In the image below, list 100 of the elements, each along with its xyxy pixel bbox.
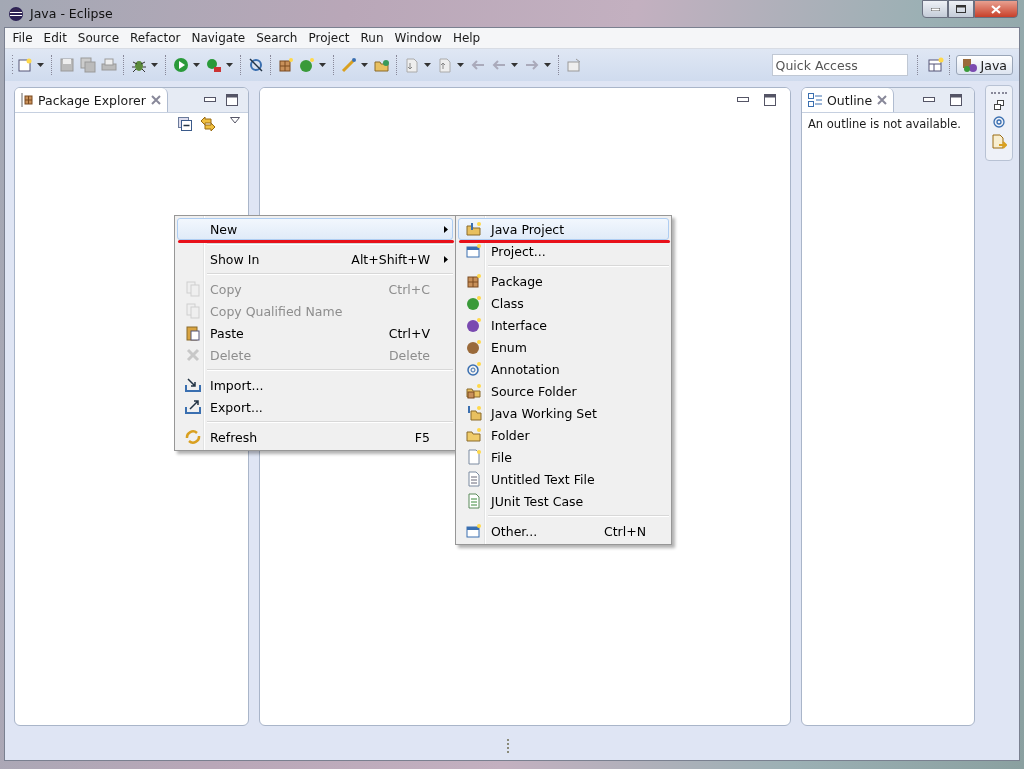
refresh-icon bbox=[185, 429, 201, 445]
package-explorer-icon bbox=[21, 93, 33, 107]
project-icon bbox=[466, 243, 482, 259]
menu-item[interactable]: Window bbox=[389, 31, 448, 45]
outline-icon bbox=[808, 93, 822, 107]
copy-icon bbox=[185, 281, 201, 297]
minimize-icon[interactable] bbox=[923, 97, 935, 103]
package-icon bbox=[466, 273, 482, 289]
window-title: Java - Eclipse bbox=[30, 6, 114, 21]
copy-icon bbox=[185, 303, 201, 319]
class-icon[interactable] bbox=[299, 57, 315, 73]
menu-item[interactable]: Project bbox=[302, 31, 356, 45]
open-folder-icon[interactable] bbox=[374, 57, 390, 73]
open-perspective-icon[interactable] bbox=[927, 57, 944, 73]
view-tab[interactable]: Outline bbox=[802, 88, 895, 112]
menu-item[interactable]: Project... bbox=[458, 240, 669, 262]
menu-item[interactable]: Package bbox=[458, 270, 669, 292]
dropdown-caret-icon bbox=[424, 63, 431, 67]
menu-item[interactable]: Search bbox=[250, 31, 303, 45]
app-logo-icon bbox=[8, 5, 24, 22]
folder-icon bbox=[466, 427, 482, 443]
close-icon[interactable] bbox=[150, 95, 161, 105]
view-tab[interactable]: Package Explorer bbox=[15, 88, 168, 112]
menu-item[interactable]: Export... bbox=[177, 396, 453, 418]
collapse-all-icon[interactable] bbox=[178, 117, 192, 131]
dropdown-caret-icon bbox=[544, 63, 551, 67]
submenu-arrow-icon bbox=[444, 225, 448, 233]
menu-item[interactable]: Import... bbox=[177, 374, 453, 396]
menu-item[interactable]: Navigate bbox=[185, 31, 251, 45]
close-icon[interactable] bbox=[877, 95, 888, 105]
source-folder-icon bbox=[466, 383, 482, 399]
menu-item[interactable]: Help bbox=[447, 31, 486, 45]
perspective-button[interactable]: Java bbox=[955, 55, 1013, 75]
save-icon[interactable] bbox=[59, 57, 75, 73]
menu-item[interactable]: Other... Ctrl+N bbox=[458, 520, 669, 542]
link-arrows-icon[interactable] bbox=[200, 116, 216, 132]
dropdown-caret-icon bbox=[319, 63, 326, 67]
run-icon[interactable] bbox=[173, 57, 189, 73]
test-file-icon bbox=[466, 493, 482, 509]
import-icon bbox=[185, 377, 201, 393]
menu-item[interactable]: Paste Ctrl+V bbox=[177, 322, 453, 344]
menu-item[interactable]: Show In Alt+Shift+W bbox=[177, 248, 453, 270]
menu-item[interactable]: Java Working Set bbox=[458, 402, 669, 424]
package-icon[interactable] bbox=[278, 57, 294, 73]
class-icon bbox=[466, 295, 482, 311]
menu-item[interactable]: New bbox=[177, 218, 453, 240]
maximize-icon[interactable] bbox=[950, 94, 962, 106]
submenu-arrow-icon bbox=[444, 255, 448, 263]
menu-item[interactable]: Run bbox=[355, 31, 390, 45]
dropdown-caret-icon bbox=[193, 63, 200, 67]
external-tools-icon[interactable] bbox=[206, 57, 222, 73]
menu-item[interactable]: Source bbox=[72, 31, 125, 45]
menu-item[interactable]: Enum bbox=[458, 336, 669, 358]
restore-icon[interactable] bbox=[994, 100, 1004, 110]
menu-item[interactable]: Refactor bbox=[124, 31, 186, 45]
close-icon bbox=[991, 4, 1001, 14]
menu-item[interactable]: File bbox=[7, 31, 39, 45]
dropdown-caret-icon bbox=[361, 63, 368, 67]
toggle-mark-icon[interactable] bbox=[248, 57, 264, 73]
dropdown-caret-icon bbox=[457, 63, 464, 67]
enum-icon bbox=[466, 339, 482, 355]
document-arrow-icon[interactable] bbox=[991, 134, 1007, 150]
menu-item[interactable]: Refresh F5 bbox=[177, 426, 453, 448]
toolbar-grip-icon bbox=[11, 55, 14, 75]
working-set-icon bbox=[466, 405, 482, 421]
maximize-icon bbox=[956, 5, 966, 13]
new-file-icon[interactable] bbox=[17, 57, 33, 73]
maximize-icon[interactable] bbox=[226, 94, 238, 106]
maximize-icon[interactable] bbox=[764, 94, 776, 106]
minimize-icon bbox=[930, 7, 940, 11]
close-button[interactable] bbox=[974, 0, 1018, 18]
menu-item[interactable]: Source Folder bbox=[458, 380, 669, 402]
quick-access-field[interactable]: Quick Access bbox=[771, 54, 908, 76]
minimize-icon[interactable] bbox=[204, 97, 216, 103]
menu-item[interactable]: Untitled Text File bbox=[458, 468, 669, 490]
minimize-icon[interactable] bbox=[737, 97, 749, 103]
java-perspective-icon bbox=[961, 57, 978, 73]
clipboard-icon bbox=[185, 325, 201, 341]
menu-item[interactable]: Folder bbox=[458, 424, 669, 446]
outline-message: An outline is not available. bbox=[807, 116, 962, 133]
drag-handle[interactable] bbox=[507, 739, 511, 753]
menu-item[interactable]: JUnit Test Case bbox=[458, 490, 669, 512]
cross-icon bbox=[185, 347, 201, 363]
dropdown-caret-icon bbox=[151, 63, 158, 67]
menu-item[interactable]: Edit bbox=[38, 31, 73, 45]
menu-item[interactable]: Class bbox=[458, 292, 669, 314]
dropdown-caret-icon bbox=[226, 63, 233, 67]
menu-item[interactable]: Interface bbox=[458, 314, 669, 336]
minimize-button[interactable] bbox=[922, 0, 948, 18]
dropdown-caret-icon bbox=[37, 63, 44, 67]
maximize-button[interactable] bbox=[948, 0, 974, 18]
printer-icon[interactable] bbox=[101, 57, 117, 73]
folder-icon bbox=[466, 221, 482, 237]
text-file-icon bbox=[466, 471, 482, 487]
view-menu-icon[interactable] bbox=[230, 116, 240, 124]
interface-icon bbox=[466, 317, 482, 333]
menu-item[interactable]: Java Project bbox=[458, 218, 669, 240]
dropdown-caret-icon bbox=[511, 63, 518, 67]
menu-item[interactable]: Annotation bbox=[458, 358, 669, 380]
menu-item[interactable]: File bbox=[458, 446, 669, 468]
